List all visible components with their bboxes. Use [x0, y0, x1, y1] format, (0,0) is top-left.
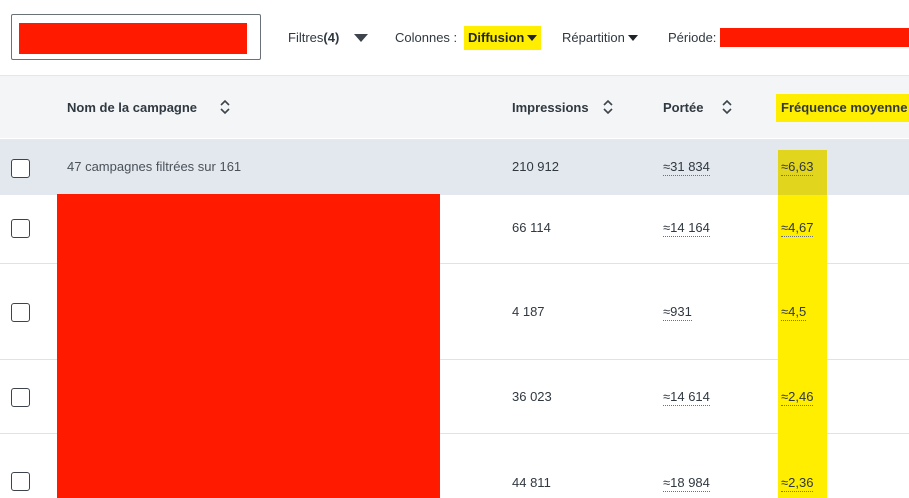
- redaction-block: [57, 194, 440, 498]
- row-checkbox[interactable]: [11, 219, 30, 238]
- row-checkbox[interactable]: [11, 303, 30, 322]
- sort-updown-icon[interactable]: [602, 98, 614, 116]
- caret-down-icon: [627, 34, 638, 41]
- row-frequency: ≈4,67: [781, 220, 814, 237]
- redaction-block: [720, 28, 909, 47]
- select-all-checkbox[interactable]: [11, 159, 30, 178]
- row-impressions: 66 114: [512, 220, 551, 235]
- column-header-reach[interactable]: Portée: [663, 100, 703, 116]
- columns-select-value: Diffusion: [468, 30, 525, 45]
- row-reach: ≈18 984: [663, 475, 710, 492]
- filter-toolbar: Filtres(4) Colonnes : Diffusion Répartit…: [0, 0, 909, 76]
- summary-label: 47 campagnes filtrées sur 161: [67, 159, 242, 174]
- row-checkbox[interactable]: [11, 388, 30, 407]
- row-reach: ≈14 614: [663, 389, 710, 406]
- summary-row: 47 campagnes filtrées sur 161 210 912 ≈3…: [0, 139, 909, 195]
- row-impressions: 44 811: [512, 475, 551, 490]
- column-header-name[interactable]: Nom de la campagne: [67, 100, 197, 116]
- period-label: Période:: [668, 30, 717, 45]
- row-frequency: ≈2,46: [781, 389, 814, 406]
- row-reach: ≈931: [663, 304, 692, 321]
- redaction-block: [19, 23, 247, 54]
- filters-label: Filtres: [288, 30, 324, 45]
- columns-select[interactable]: Diffusion: [464, 26, 542, 50]
- sort-updown-icon[interactable]: [721, 98, 733, 116]
- sort-updown-icon[interactable]: [219, 98, 231, 116]
- summary-impressions: 210 912: [512, 159, 559, 174]
- columns-label: Colonnes :: [395, 30, 458, 45]
- filters-count: (4): [323, 30, 340, 45]
- summary-reach: ≈31 834: [663, 159, 710, 176]
- breakdown-label: Répartition: [562, 30, 625, 45]
- frequency-column-highlight: [778, 150, 827, 498]
- caret-down-icon: [527, 34, 538, 41]
- row-impressions: 4 187: [512, 304, 545, 319]
- filters-button[interactable]: Filtres(4): [288, 28, 339, 48]
- breakdown-select[interactable]: Répartition: [562, 28, 638, 48]
- summary-frequency: ≈6,63: [781, 159, 814, 176]
- column-header-impressions[interactable]: Impressions: [512, 100, 589, 116]
- row-checkbox[interactable]: [11, 472, 30, 491]
- caret-down-icon[interactable]: [354, 34, 368, 42]
- row-frequency: ≈2,36: [781, 475, 814, 492]
- table-header: Nom de la campagne Impressions Portée Fr…: [0, 76, 909, 138]
- column-header-frequency[interactable]: Fréquence moyenne: [781, 100, 907, 116]
- row-reach: ≈14 164: [663, 220, 710, 237]
- row-impressions: 36 023: [512, 389, 552, 404]
- row-frequency: ≈4,5: [781, 304, 807, 321]
